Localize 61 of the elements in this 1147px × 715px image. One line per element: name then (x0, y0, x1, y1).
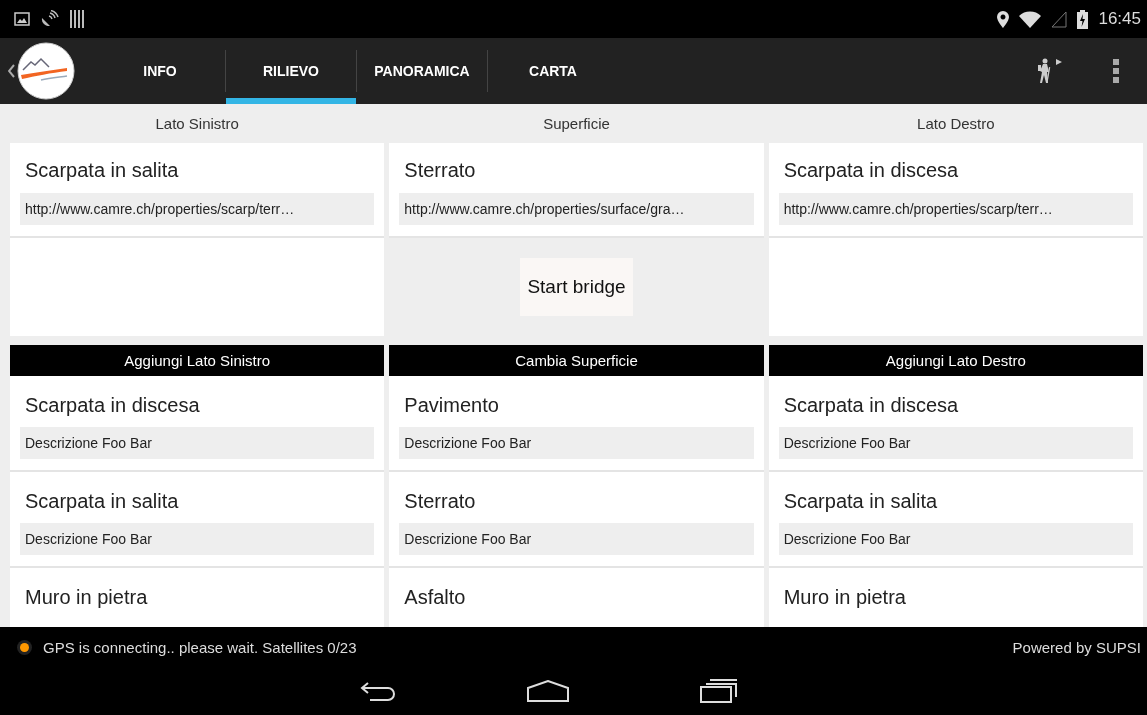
satellite-dish-icon (40, 10, 60, 28)
back-icon[interactable] (359, 680, 396, 702)
clock-time: 16:45 (1098, 9, 1141, 29)
property-title: Sterrato (403, 159, 477, 182)
picture-icon (14, 12, 30, 26)
option-title: Pavimento (403, 394, 500, 417)
option-description: Descrizione Foo Bar (20, 523, 375, 555)
selected-property-card[interactable]: Sterrato http://www.camre.ch/properties/surface/gra… (389, 143, 764, 238)
column-header: Lato Sinistro (154, 114, 240, 134)
option-description: Descrizione Foo Bar (20, 427, 375, 459)
option-item[interactable]: Muro in pietra (768, 568, 1143, 627)
option-item[interactable]: Scarpata in discesa Descrizione Foo Bar (768, 376, 1143, 472)
property-title: Scarpata in discesa (782, 159, 960, 182)
recent-apps-icon[interactable] (699, 679, 738, 703)
option-item[interactable]: Asfalto (389, 568, 764, 627)
back-chevron-icon[interactable] (8, 64, 15, 78)
signal-icon (1051, 10, 1068, 28)
home-icon[interactable] (525, 680, 570, 702)
option-item[interactable]: Sterrato Descrizione Foo Bar (389, 472, 764, 568)
section-header: Aggiungi Lato Sinistro (10, 345, 385, 376)
option-item[interactable]: Pavimento Descrizione Foo Bar (389, 376, 764, 472)
selected-property-card[interactable]: Scarpata in salita http://www.camre.ch/properties/scarp/terr… (10, 143, 385, 238)
tab[interactable]: INFO (95, 38, 225, 104)
option-title: Scarpata in discesa (24, 394, 201, 417)
status-dot (20, 642, 29, 652)
tab[interactable]: RILIEVO (226, 38, 356, 104)
property-url: http://www.camre.ch/properties/surface/gra… (399, 193, 754, 225)
option-title: Muro in pietra (782, 586, 907, 609)
option-title: Muro in pietra (24, 586, 149, 609)
gps-status-text: GPS is connecting.. please wait. Satellites 0/23 (43, 638, 357, 656)
option-description: Descrizione Foo Bar (778, 523, 1133, 555)
wifi-icon (1019, 10, 1042, 28)
battery-icon (1077, 9, 1089, 29)
credit-text: Powered by SUPSI (1012, 638, 1141, 656)
property-url: http://www.camre.ch/properties/scarp/terr… (778, 193, 1133, 225)
tab[interactable]: CARTA (488, 38, 618, 104)
option-title: Scarpata in salita (24, 490, 180, 513)
property-url: http://www.camre.ch/properties/scarp/terr… (20, 193, 375, 225)
location-pin-icon (997, 10, 1010, 28)
overflow-menu-icon[interactable] (1113, 59, 1119, 83)
property-title: Scarpata in salita (24, 159, 180, 182)
option-description: Descrizione Foo Bar (778, 427, 1133, 459)
option-item[interactable]: Scarpata in salita Descrizione Foo Bar (768, 472, 1143, 568)
section-header: Aggiungi Lato Destro (768, 345, 1143, 376)
option-item[interactable]: Scarpata in salita Descrizione Foo Bar (10, 472, 385, 568)
section-header: Cambia Superficie (389, 345, 764, 376)
option-description: Descrizione Foo Bar (399, 427, 754, 459)
option-title: Sterrato (403, 490, 477, 513)
barcode-icon (70, 10, 84, 28)
option-title: Scarpata in discesa (782, 394, 960, 417)
tab[interactable]: PANORAMICA (357, 38, 487, 104)
option-title: Scarpata in salita (782, 490, 939, 513)
option-item[interactable]: Scarpata in discesa Descrizione Foo Bar (10, 376, 385, 472)
option-description: Descrizione Foo Bar (399, 523, 754, 555)
app-logo[interactable] (17, 42, 75, 100)
option-item[interactable]: Muro in pietra (10, 568, 385, 627)
column-header: Lato Destro (916, 114, 996, 134)
selected-property-card[interactable]: Scarpata in discesa http://www.camre.ch/properties/scarp/terr… (768, 143, 1143, 238)
column-header: Superficie (542, 114, 611, 134)
option-title: Asfalto (403, 586, 467, 609)
start-bridge-button[interactable]: Start bridge (520, 258, 633, 316)
